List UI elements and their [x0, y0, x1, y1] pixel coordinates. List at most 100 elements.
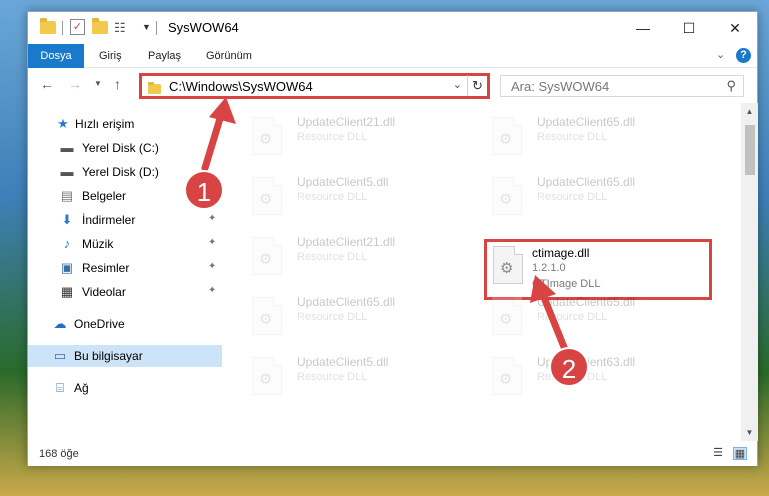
- sidebar-item-onedrive[interactable]: ☁ OneDrive: [28, 313, 222, 335]
- file-name: UpdateClient5.dll: [297, 355, 389, 369]
- step-badge-2: 2: [549, 347, 589, 387]
- file-item[interactable]: ⚙ UpdateClient65.dll Resource DLL: [240, 291, 470, 345]
- vertical-scrollbar[interactable]: ▲ ▼: [741, 103, 758, 441]
- dll-file-icon: ⚙: [252, 117, 282, 155]
- explorer-window: ✓ ☷ ▼ SysWOW64 — ☐ ✕ Dosya Giriş Paylaş …: [27, 11, 758, 466]
- refresh-icon[interactable]: ↻: [467, 75, 487, 96]
- file-description: Resource DLL: [297, 311, 368, 323]
- maximize-button[interactable]: ☐: [666, 12, 712, 44]
- sidebar-item-label: OneDrive: [74, 317, 125, 331]
- file-name: UpdateClient65.dll: [537, 295, 636, 309]
- file-item[interactable]: ⚙ UpdateClient5.dll Resource DLL: [240, 351, 470, 405]
- file-description: Resource DLL: [537, 191, 608, 203]
- tab-gorunum[interactable]: Görünüm: [195, 44, 263, 68]
- sidebar-item-local-disk-c[interactable]: ▬ Yerel Disk (C:): [28, 137, 222, 159]
- navigation-pane: ★ Hızlı erişim ▬ Yerel Disk (C:) ▬ Yerel…: [28, 103, 222, 441]
- address-bar[interactable]: C:\Windows\SysWOW64 ⌄ ↻: [139, 73, 490, 99]
- sidebar-item-downloads[interactable]: ⬇ İndirmeler ✦: [28, 209, 222, 231]
- file-item[interactable]: ⚙ UpdateClient65.dll Resource DLL: [480, 171, 710, 225]
- help-icon: ?: [736, 48, 751, 63]
- address-path[interactable]: C:\Windows\SysWOW64: [169, 79, 313, 94]
- properties-icon[interactable]: ✓: [70, 19, 85, 35]
- file-description: Resource DLL: [297, 131, 368, 143]
- network-icon: ⌸: [56, 380, 64, 395]
- file-item[interactable]: ⚙ UpdateClient21.dll Resource DLL: [240, 111, 470, 165]
- file-item[interactable]: ⚙ UpdateClient63.dll Resource DLL: [480, 351, 710, 405]
- pin-icon[interactable]: ✦: [208, 213, 216, 224]
- star-icon: ★: [57, 116, 69, 131]
- dll-file-icon: ⚙: [252, 237, 282, 275]
- pin-icon[interactable]: ✦: [208, 285, 216, 296]
- up-arrow-icon[interactable]: ↑: [114, 76, 121, 92]
- tab-giris[interactable]: Giriş: [88, 44, 133, 68]
- search-icon[interactable]: ⚲: [726, 78, 736, 94]
- search-input[interactable]: Ara: SysWOW64: [511, 79, 609, 94]
- scroll-down-icon[interactable]: ▼: [741, 424, 758, 441]
- tab-paylas[interactable]: Paylaş: [137, 44, 192, 68]
- dll-file-icon: ⚙: [492, 297, 522, 335]
- picture-icon: ▣: [60, 260, 74, 275]
- file-description: Resource DLL: [297, 251, 368, 263]
- computer-icon: ▭: [53, 348, 67, 363]
- pin-icon[interactable]: ✦: [208, 261, 216, 272]
- divider: [62, 21, 63, 35]
- sidebar-item-music[interactable]: ♪ Müzik ✦: [28, 233, 222, 255]
- file-item[interactable]: ⚙ UpdateClient5.dll Resource DLL: [240, 171, 470, 225]
- file-name: UpdateClient65.dll: [537, 115, 636, 129]
- recent-locations-icon[interactable]: ▼: [94, 79, 102, 88]
- file-item[interactable]: ⚙ UpdateClient65.dll Resource DLL: [480, 111, 710, 165]
- tab-dosya[interactable]: Dosya: [28, 44, 84, 68]
- toolbar-dropdown-icon[interactable]: ▼: [142, 22, 151, 32]
- title-bar: ✓ ☷ ▼ SysWOW64 — ☐ ✕: [28, 12, 757, 44]
- close-button[interactable]: ✕: [712, 12, 758, 44]
- search-box[interactable]: Ara: SysWOW64 ⚲: [500, 75, 744, 97]
- forward-arrow-icon[interactable]: →: [68, 76, 82, 92]
- folder-icon: [40, 18, 56, 34]
- drive-icon: ▬: [60, 164, 74, 179]
- sidebar-item-label: Yerel Disk (C:): [82, 141, 159, 155]
- download-icon: ⬇: [61, 212, 73, 227]
- scrollbar-thumb[interactable]: [745, 125, 755, 175]
- back-arrow-icon[interactable]: ←: [40, 76, 54, 92]
- sidebar-item-network[interactable]: ⌸ Ağ: [28, 377, 222, 399]
- chevron-down-icon[interactable]: ⌄: [716, 48, 725, 61]
- sidebar-item-pictures[interactable]: ▣ Resimler ✦: [28, 257, 222, 279]
- file-name: UpdateClient65.dll: [297, 295, 396, 309]
- window-title: SysWOW64: [168, 20, 239, 35]
- sidebar-item-label: Bu bilgisayar: [74, 349, 143, 363]
- sidebar-item-this-pc[interactable]: ▭ Bu bilgisayar: [28, 345, 222, 367]
- tiles-view-icon[interactable]: ▦: [733, 447, 747, 460]
- new-folder-icon[interactable]: [92, 18, 108, 34]
- sidebar-item-label: Müzik: [82, 237, 114, 251]
- dll-file-icon: ⚙: [492, 357, 522, 395]
- scroll-up-icon[interactable]: ▲: [741, 103, 758, 120]
- chevron-down-icon[interactable]: ⌄: [453, 78, 462, 91]
- sidebar-item-label: Ağ: [74, 381, 89, 395]
- sidebar-item-label: Videolar: [82, 285, 126, 299]
- minimize-button[interactable]: —: [620, 12, 666, 44]
- music-icon: ♪: [63, 236, 71, 251]
- sidebar-item-quick-access[interactable]: ★ Hızlı erişim: [28, 113, 222, 135]
- dll-file-icon: ⚙: [492, 177, 522, 215]
- item-count: 168 öğe: [39, 448, 79, 460]
- cloud-icon: ☁: [53, 316, 67, 331]
- sidebar-item-label: Belgeler: [82, 189, 127, 203]
- pin-icon[interactable]: ✦: [208, 237, 216, 248]
- file-description: Resource DLL: [297, 371, 368, 383]
- sidebar-item-videos[interactable]: ▦ Videolar ✦: [28, 281, 222, 303]
- sidebar-item-label: Resimler: [82, 261, 130, 275]
- status-bar: 168 öğe ☰ ▦: [28, 442, 757, 466]
- file-item[interactable]: ⚙ UpdateClient65.dll Resource DLL: [480, 291, 710, 345]
- sidebar-item-label: İndirmeler: [82, 213, 136, 227]
- file-item[interactable]: ⚙ UpdateClient21.dll Resource DLL: [240, 231, 470, 285]
- ribbon-tabs: Dosya Giriş Paylaş Görünüm ⌄ ?: [28, 44, 757, 68]
- dll-file-icon: ⚙: [252, 357, 282, 395]
- details-view-icon[interactable]: ☰: [711, 447, 725, 460]
- customize-toolbar-icon[interactable]: ☷: [114, 20, 126, 36]
- dll-file-icon: ⚙: [493, 246, 523, 284]
- file-description: Resource DLL: [297, 191, 368, 203]
- step-badge-1: 1: [184, 170, 224, 210]
- drive-icon: ▬: [60, 140, 74, 155]
- help-button[interactable]: ?: [736, 48, 751, 63]
- file-description: Resource DLL: [537, 131, 608, 143]
